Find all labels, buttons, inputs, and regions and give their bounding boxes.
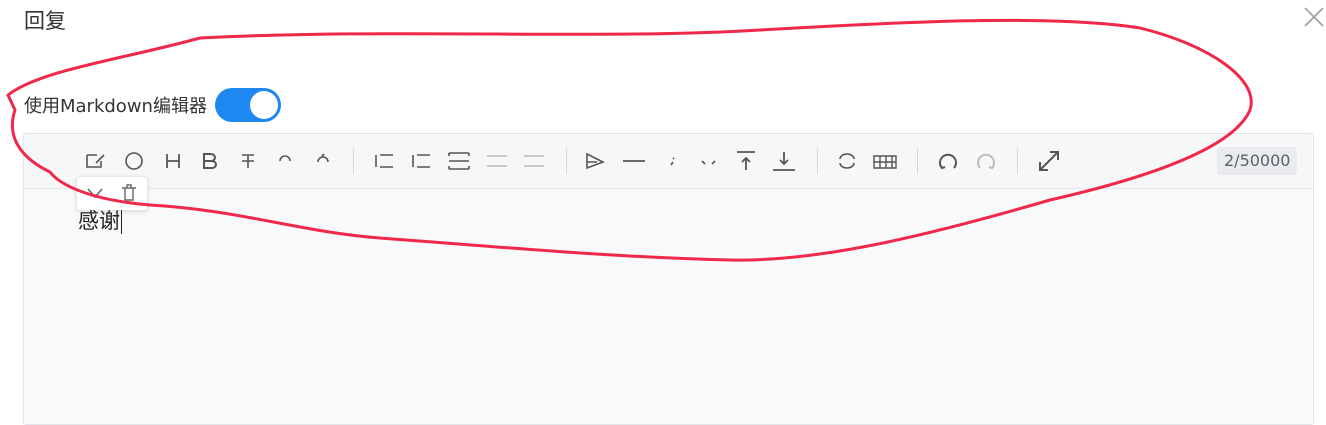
editor-toolbar: 2/50000: [24, 134, 1313, 189]
redo-icon[interactable]: [973, 148, 999, 174]
code-block-icon[interactable]: [446, 148, 472, 174]
heading-icon[interactable]: [160, 148, 186, 174]
table-icon[interactable]: [872, 148, 898, 174]
strikethrough-icon[interactable]: [235, 148, 261, 174]
dialog-title: 回复: [24, 9, 66, 33]
edit-icon[interactable]: [82, 148, 108, 174]
quote-icon[interactable]: [484, 148, 510, 174]
editor-text: 感谢: [78, 209, 120, 233]
divider-line-icon[interactable]: [621, 148, 647, 174]
toolbar-separator: [817, 148, 818, 174]
markdown-editor[interactable]: 2/50000: [23, 133, 1314, 425]
horizontal-rule-icon[interactable]: [521, 148, 547, 174]
switch-knob: [249, 91, 278, 119]
toolbar-separator: [1017, 148, 1018, 174]
markdown-toggle-label: 使用Markdown编辑器: [24, 96, 207, 117]
fullscreen-icon[interactable]: [1036, 148, 1062, 174]
emoji-icon[interactable]: [121, 148, 147, 174]
ordered-list-icon[interactable]: [408, 148, 434, 174]
editor-content[interactable]: 感谢: [78, 206, 122, 236]
link-icon[interactable]: [310, 148, 336, 174]
toolbar-separator: [917, 148, 918, 174]
send-icon[interactable]: [582, 148, 608, 174]
markdown-toggle-row: 使用Markdown编辑器: [24, 88, 281, 122]
char-counter: 2/50000: [1217, 147, 1298, 175]
more-icon[interactable]: [696, 148, 722, 174]
markdown-toggle-switch[interactable]: [214, 88, 281, 122]
toolbar-separator: [566, 148, 567, 174]
trash-icon[interactable]: [117, 181, 141, 205]
link-chain-icon[interactable]: [834, 148, 860, 174]
download-icon[interactable]: [771, 148, 797, 174]
toolbar-separator: [353, 148, 354, 174]
upload-icon[interactable]: [733, 148, 759, 174]
dotted-icon[interactable]: [659, 148, 685, 174]
text-caret: [121, 210, 122, 234]
undo-icon[interactable]: [935, 148, 961, 174]
chevron-down-icon[interactable]: [83, 181, 107, 205]
close-icon[interactable]: [1302, 5, 1326, 29]
italic-icon[interactable]: [272, 148, 298, 174]
bold-icon[interactable]: [196, 148, 222, 174]
unordered-list-icon[interactable]: [371, 148, 397, 174]
